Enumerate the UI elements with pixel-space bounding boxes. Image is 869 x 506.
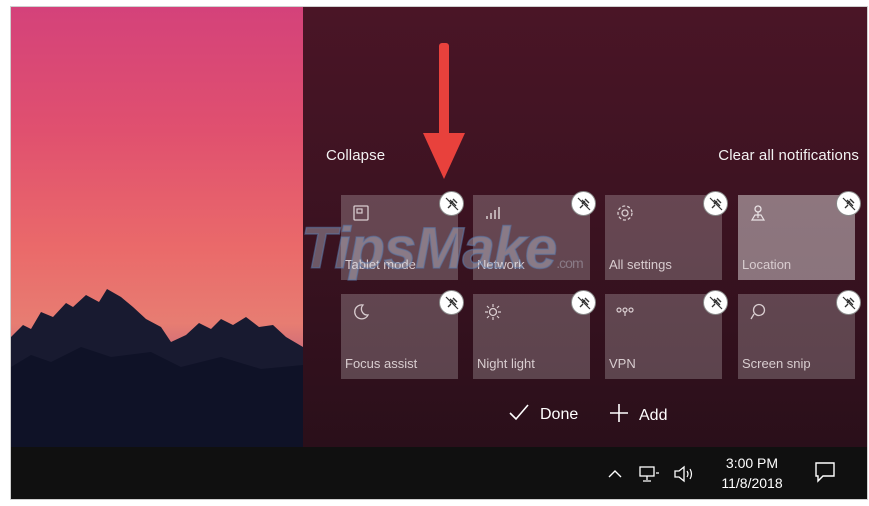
unpin-icon[interactable] — [703, 290, 728, 315]
screen-snip-icon — [748, 302, 768, 322]
annotation-arrow — [421, 43, 467, 188]
watermark-text: TipsMake — [300, 215, 558, 282]
unpin-icon[interactable] — [439, 290, 464, 315]
action-center-icon — [814, 461, 836, 488]
watermark-suffix: .com — [556, 255, 583, 271]
clear-all-notifications-link[interactable]: Clear all notifications — [718, 147, 859, 164]
unpin-icon[interactable] — [439, 191, 464, 216]
unpin-icon[interactable] — [836, 290, 861, 315]
checkmark-icon — [508, 403, 530, 426]
desktop-wallpaper — [11, 7, 303, 447]
quick-action-night-light[interactable]: Night light — [473, 290, 596, 379]
vpn-icon — [615, 302, 635, 322]
action-center-button[interactable] — [801, 447, 849, 499]
collapse-link[interactable]: Collapse — [326, 147, 385, 164]
plus-icon — [609, 403, 629, 428]
location-icon — [748, 203, 768, 223]
tile-label: Screen snip — [742, 356, 811, 371]
moon-icon — [351, 302, 371, 322]
quick-action-all-settings[interactable]: All settings — [605, 191, 728, 280]
tile-label: All settings — [609, 257, 672, 272]
tile-label: Location — [742, 257, 792, 272]
tile-label: Focus assist — [345, 356, 418, 371]
unpin-icon[interactable] — [703, 191, 728, 216]
quick-action-screen-snip[interactable]: Screen snip — [738, 290, 861, 379]
unpin-icon[interactable] — [571, 191, 596, 216]
volume-icon[interactable] — [669, 447, 699, 499]
quick-action-vpn[interactable]: VPN — [605, 290, 728, 379]
add-label: Add — [639, 406, 668, 424]
taskbar: 3:00 PM 11/8/2018 — [11, 447, 867, 499]
quick-action-location[interactable]: Location — [738, 191, 861, 280]
done-button[interactable]: Done — [508, 403, 578, 426]
watermark-logo: TipsMake.com — [300, 215, 583, 282]
quick-action-focus-assist[interactable]: Focus assist — [341, 290, 464, 379]
unpin-icon[interactable] — [571, 290, 596, 315]
tree-silhouette — [11, 289, 303, 447]
network-tray-icon[interactable] — [635, 447, 663, 499]
brightness-icon — [483, 302, 503, 322]
settings-gear-icon — [615, 203, 635, 223]
tile-label: Night light — [477, 356, 535, 371]
chevron-up-icon[interactable] — [603, 447, 627, 499]
done-label: Done — [540, 405, 579, 423]
taskbar-clock[interactable]: 3:00 PM 11/8/2018 — [711, 453, 793, 493]
add-button[interactable]: Add — [609, 403, 667, 428]
clock-date: 11/8/2018 — [721, 475, 783, 491]
tile-label: VPN — [609, 356, 636, 371]
clock-time: 3:00 PM — [725, 455, 779, 471]
desktop-screen: Collapse Clear all notifications Tablet … — [10, 6, 868, 500]
unpin-icon[interactable] — [836, 191, 861, 216]
